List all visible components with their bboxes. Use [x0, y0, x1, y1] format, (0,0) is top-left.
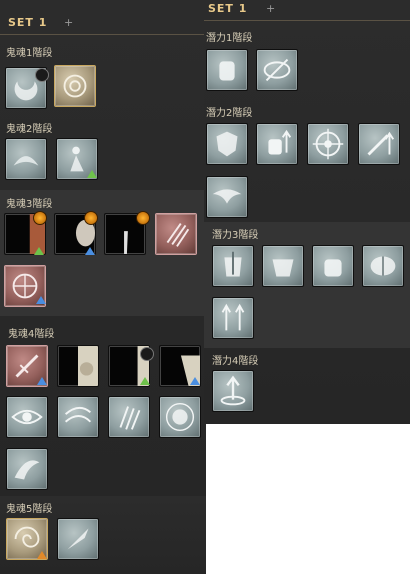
tier-label-ghost-5: 鬼魂5階段 [6, 504, 53, 515]
tier-label-ghost-1: 鬼魂1階段 [6, 48, 53, 59]
fist-icon[interactable] [206, 49, 248, 91]
upgrade-arrow-icon [87, 170, 97, 178]
spiral-rune-icon[interactable] [54, 65, 96, 107]
charge-orb-icon [84, 211, 98, 225]
eagle-icon[interactable] [206, 176, 248, 218]
fist-grip-icon[interactable] [312, 245, 354, 287]
claw-marks-icon[interactable] [108, 396, 150, 438]
upgrade-arrow-icon [190, 377, 200, 385]
arrows-up-icon[interactable] [212, 297, 254, 339]
upgrade-arrow-icon [37, 377, 47, 385]
tier-label-ghost-2: 鬼魂2階段 [6, 124, 53, 135]
lock-icon [35, 68, 49, 82]
brain-icon[interactable] [362, 245, 404, 287]
divider [204, 20, 410, 21]
flame-wreath-icon[interactable] [5, 138, 47, 180]
upgrade-arrow-icon [85, 247, 95, 255]
spirit-burst-icon[interactable] [6, 448, 48, 490]
charge-orb-icon [136, 211, 150, 225]
claw-slash-icon[interactable] [155, 213, 197, 255]
lock-icon [140, 347, 154, 361]
upgrade-arrow-icon [140, 377, 150, 385]
ghost-tier-5-section: 鬼魂5階段 [0, 496, 206, 574]
add-set-button[interactable]: + [266, 2, 275, 15]
tier-label-potential-1: 潛力1階段 [206, 33, 253, 44]
tier-label-potential-3: 潛力3階段 [212, 230, 259, 241]
fountain-up-icon[interactable] [212, 370, 254, 412]
armor-up-icon[interactable] [212, 245, 254, 287]
shield-up-icon[interactable] [206, 123, 248, 165]
sun-wreath-icon[interactable] [159, 396, 201, 438]
feather-blade-icon[interactable] [57, 518, 99, 560]
tier-label-ghost-4: 鬼魂4階段 [8, 329, 55, 340]
add-set-button[interactable]: + [64, 16, 73, 29]
tier-label-potential-4: 潛力4階段 [212, 356, 259, 367]
upgrade-arrow-icon [37, 551, 47, 559]
ghost-skill-panel: SET 1 + 鬼魂1階段 鬼魂2階段 鬼魂3階段 鬼魂4階段 [0, 0, 206, 498]
tier-label-potential-2: 潛力2階段 [206, 108, 253, 119]
target-icon[interactable] [307, 123, 349, 165]
eye-slash-icon[interactable] [256, 49, 298, 91]
charge-orb-icon [33, 211, 47, 225]
upgrade-arrow-icon [36, 296, 46, 304]
moon-phase-icon[interactable] [57, 345, 99, 387]
wind-swirl-icon[interactable] [57, 396, 99, 438]
sword-up-icon[interactable] [358, 123, 400, 165]
eye-icon[interactable] [6, 396, 48, 438]
upgrade-arrow-icon [34, 247, 44, 255]
divider [0, 34, 206, 35]
tier-label-ghost-3: 鬼魂3階段 [6, 199, 53, 210]
armor-grip-icon[interactable] [262, 245, 304, 287]
fist-up-icon[interactable] [256, 123, 298, 165]
set-label[interactable]: SET 1 [208, 2, 247, 15]
potential-skill-panel: SET 1 + 潛力1階段 潛力2階段 潛力3階段 潛力4階段 [204, 0, 410, 424]
set-label[interactable]: SET 1 [8, 16, 47, 29]
